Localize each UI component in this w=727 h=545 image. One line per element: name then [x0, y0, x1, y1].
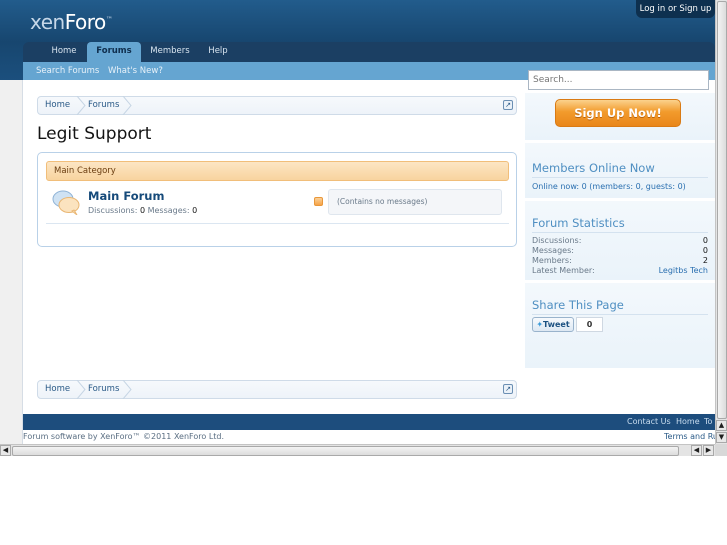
discussions-count: 0: [139, 206, 146, 215]
latest-member-link[interactable]: Legitbs Tech: [659, 266, 708, 275]
stat-label-discussions: Discussions:: [532, 236, 582, 245]
site-logo[interactable]: xenForo™: [30, 10, 113, 34]
nav-tab-home[interactable]: Home: [43, 42, 85, 64]
scroll-left-arrow-icon[interactable]: ◀: [691, 445, 702, 456]
category-header[interactable]: Main Category: [46, 161, 509, 181]
online-summary[interactable]: Online now: 0 (members: 0, guests: 0): [532, 182, 686, 191]
section-divider: [532, 177, 708, 178]
scrollbar-corner: [715, 444, 727, 456]
discussions-label: Discussions:: [88, 206, 138, 215]
breadcrumb-separator-icon: [76, 96, 86, 115]
breadcrumb-separator-icon: [122, 96, 132, 115]
tweet-count: 0: [576, 317, 603, 332]
jump-menu-icon[interactable]: ↗: [503, 384, 513, 394]
breadcrumb-top: Home Forums ↗: [37, 96, 517, 115]
footer-link-home[interactable]: Home: [676, 417, 700, 426]
sidebar: Sign Up Now! Members Online Now Online n…: [525, 67, 715, 368]
footer-link-top[interactable]: To: [704, 417, 712, 426]
jump-menu-icon[interactable]: ↗: [503, 100, 513, 110]
section-divider: [532, 314, 708, 315]
terms-and-rules-link[interactable]: Terms and Ru: [664, 432, 718, 441]
forum-statistics-heading: Forum Statistics: [532, 216, 625, 230]
forum-divider: [46, 223, 509, 224]
twitter-bird-icon: ✦: [536, 320, 544, 329]
sign-up-button[interactable]: Sign Up Now!: [555, 99, 681, 127]
stat-label-latest-member: Latest Member:: [532, 266, 595, 275]
nav-tab-forums[interactable]: Forums: [87, 42, 141, 64]
breadcrumb-bottom: Home Forums ↗: [37, 380, 517, 399]
vertical-scrollbar-thumb[interactable]: [717, 1, 727, 419]
main-navigation: Home Forums Members Help: [23, 42, 715, 64]
search-forums-link[interactable]: Search Forums: [36, 66, 99, 76]
breadcrumb-separator-icon: [122, 380, 132, 399]
left-gutter: [0, 80, 23, 444]
horizontal-scrollbar-thumb[interactable]: [12, 446, 679, 456]
forum-stats: Discussions: 0 Messages: 0: [88, 206, 197, 215]
breadcrumb-forums[interactable]: Forums: [88, 381, 119, 398]
forum-statistics-block: Forum Statistics Discussions: 0 Messages…: [525, 200, 715, 280]
stat-value-members: 2: [702, 256, 708, 265]
breadcrumb-separator-icon: [76, 380, 86, 399]
copyright-notice: Forum software by XenForo™ ©2011 XenForo…: [23, 432, 225, 441]
stat-label-members: Members:: [532, 256, 572, 265]
forum-list: Main Category Main Forum Discussions: 0 …: [37, 152, 517, 247]
messages-label: Messages:: [147, 206, 190, 215]
page-title: Legit Support: [37, 124, 152, 144]
section-divider: [532, 232, 708, 233]
members-online-heading: Members Online Now: [532, 161, 655, 175]
members-online-block: Members Online Now Online now: 0 (member…: [525, 142, 715, 198]
breadcrumb-forums[interactable]: Forums: [88, 97, 119, 114]
forum-read-icon: [52, 190, 80, 215]
rss-icon[interactable]: [314, 197, 323, 206]
horizontal-scrollbar[interactable]: ◀ ◀ ▶: [0, 444, 715, 456]
stat-label-messages: Messages:: [532, 246, 574, 255]
main-content: Home Forums ↗ Legit Support Main Categor…: [23, 70, 715, 414]
last-post-info: (Contains no messages): [328, 189, 502, 215]
tweet-label: Tweet: [543, 320, 570, 329]
login-signup-link[interactable]: Log in or Sign up: [636, 0, 715, 18]
vertical-scrollbar[interactable]: ▲ ▼: [715, 0, 727, 444]
stat-value-messages: 0: [702, 246, 708, 255]
nav-tab-members[interactable]: Members: [147, 42, 193, 64]
signup-block: Sign Up Now!: [525, 92, 715, 140]
scroll-left-arrow-icon[interactable]: ◀: [0, 445, 11, 456]
forum-title-main-forum[interactable]: Main Forum: [88, 189, 164, 203]
tweet-button[interactable]: ✦Tweet: [532, 317, 574, 332]
nav-tab-help[interactable]: Help: [201, 42, 235, 64]
scroll-down-arrow-icon[interactable]: ▼: [716, 432, 727, 443]
breadcrumb-home[interactable]: Home: [45, 381, 70, 398]
footer-link-contact-us[interactable]: Contact Us: [627, 417, 671, 426]
search-input[interactable]: [528, 70, 709, 90]
breadcrumb-home[interactable]: Home: [45, 97, 70, 114]
whats-new-link[interactable]: What's New?: [108, 66, 163, 76]
messages-count: 0: [192, 206, 198, 215]
browser-viewport: xenForo™ Log in or Sign up Home Forums M…: [0, 0, 727, 456]
scroll-up-arrow-icon[interactable]: ▲: [716, 420, 727, 431]
scroll-right-arrow-icon[interactable]: ▶: [703, 445, 714, 456]
share-page-heading: Share This Page: [532, 298, 624, 312]
stat-value-discussions: 0: [702, 236, 708, 245]
footer-bar: Contact Us Home To: [23, 414, 715, 430]
